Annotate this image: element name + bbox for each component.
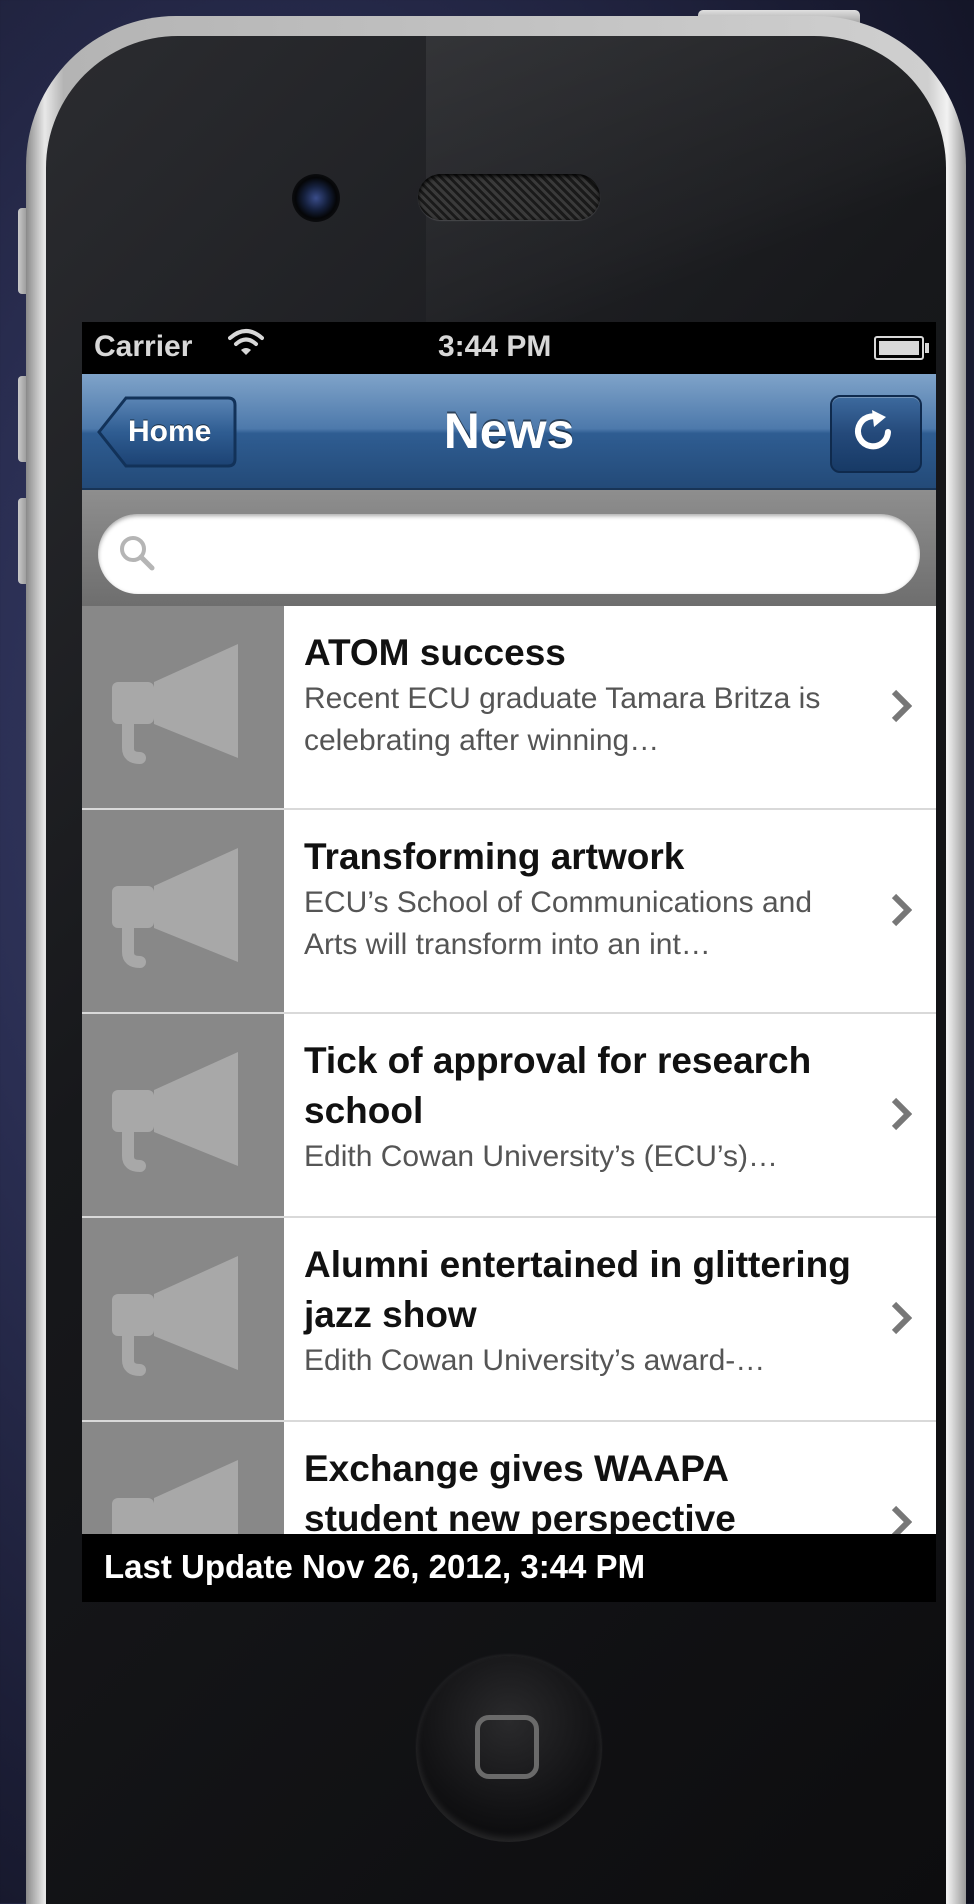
carrier-label: Carrier	[94, 330, 193, 363]
news-thumbnail	[82, 606, 284, 808]
chevron-right-icon	[890, 688, 913, 729]
news-title: Transforming artwork	[304, 836, 685, 877]
news-title: ATOM success	[304, 632, 566, 673]
search-input[interactable]	[168, 524, 892, 582]
news-summary: Edith Cowan University’s award-…	[304, 1344, 766, 1377]
refresh-button[interactable]	[830, 395, 922, 473]
megaphone-icon	[112, 1460, 238, 1534]
chevron-right-icon	[890, 892, 913, 933]
news-thumbnail	[82, 1422, 284, 1534]
search-icon	[118, 534, 156, 577]
news-list: ATOM success Recent ECU graduate Tamara …	[82, 606, 936, 1534]
news-item[interactable]: Transforming artwork ECU’s School of Com…	[82, 810, 936, 1014]
earpiece-speaker	[418, 174, 600, 220]
page-title: News	[443, 403, 575, 459]
news-title: Exchange gives WAAPA student new perspec…	[304, 1448, 736, 1534]
status-time: 3:44 PM	[438, 330, 552, 363]
news-summary: ECU’s School of Communications and Arts …	[304, 886, 813, 961]
search-field[interactable]	[98, 514, 920, 594]
search-bar	[82, 490, 936, 606]
phone-screen: Carrier 3:44 PM Home News ATOM success R…	[82, 322, 936, 1602]
news-thumbnail	[82, 1218, 284, 1420]
battery-icon	[874, 336, 929, 360]
navigation-bar: Home News	[82, 374, 936, 490]
news-summary: Recent ECU graduate Tamara Britza is cel…	[304, 682, 821, 757]
news-thumbnail	[82, 810, 284, 1012]
news-thumbnail	[82, 1014, 284, 1216]
news-summary: Edith Cowan University’s (ECU’s)…	[304, 1140, 779, 1173]
last-update-bar: Last Update Nov 26, 2012, 3:44 PM	[82, 1534, 936, 1602]
home-button[interactable]	[416, 1656, 602, 1842]
news-title: Alumni entertained in glittering jazz sh…	[304, 1244, 851, 1335]
megaphone-icon	[112, 644, 238, 764]
last-update-text: Last Update Nov 26, 2012, 3:44 PM	[104, 1548, 646, 1585]
status-bar: Carrier 3:44 PM	[82, 322, 936, 374]
news-item[interactable]: Alumni entertained in glittering jazz sh…	[82, 1218, 936, 1422]
front-camera	[292, 174, 340, 222]
wifi-icon	[228, 328, 264, 366]
home-button-icon	[475, 1715, 539, 1779]
news-item[interactable]: Exchange gives WAAPA student new perspec…	[82, 1422, 936, 1534]
news-title: Tick of approval for research school	[304, 1040, 812, 1131]
chevron-right-icon	[890, 1096, 913, 1137]
megaphone-icon	[112, 1256, 238, 1376]
news-item[interactable]: ATOM success Recent ECU graduate Tamara …	[82, 606, 936, 810]
chevron-right-icon	[890, 1300, 913, 1341]
megaphone-icon	[112, 848, 238, 968]
chevron-right-icon	[890, 1504, 913, 1534]
megaphone-icon	[112, 1052, 238, 1172]
news-item[interactable]: Tick of approval for research school Edi…	[82, 1014, 936, 1218]
